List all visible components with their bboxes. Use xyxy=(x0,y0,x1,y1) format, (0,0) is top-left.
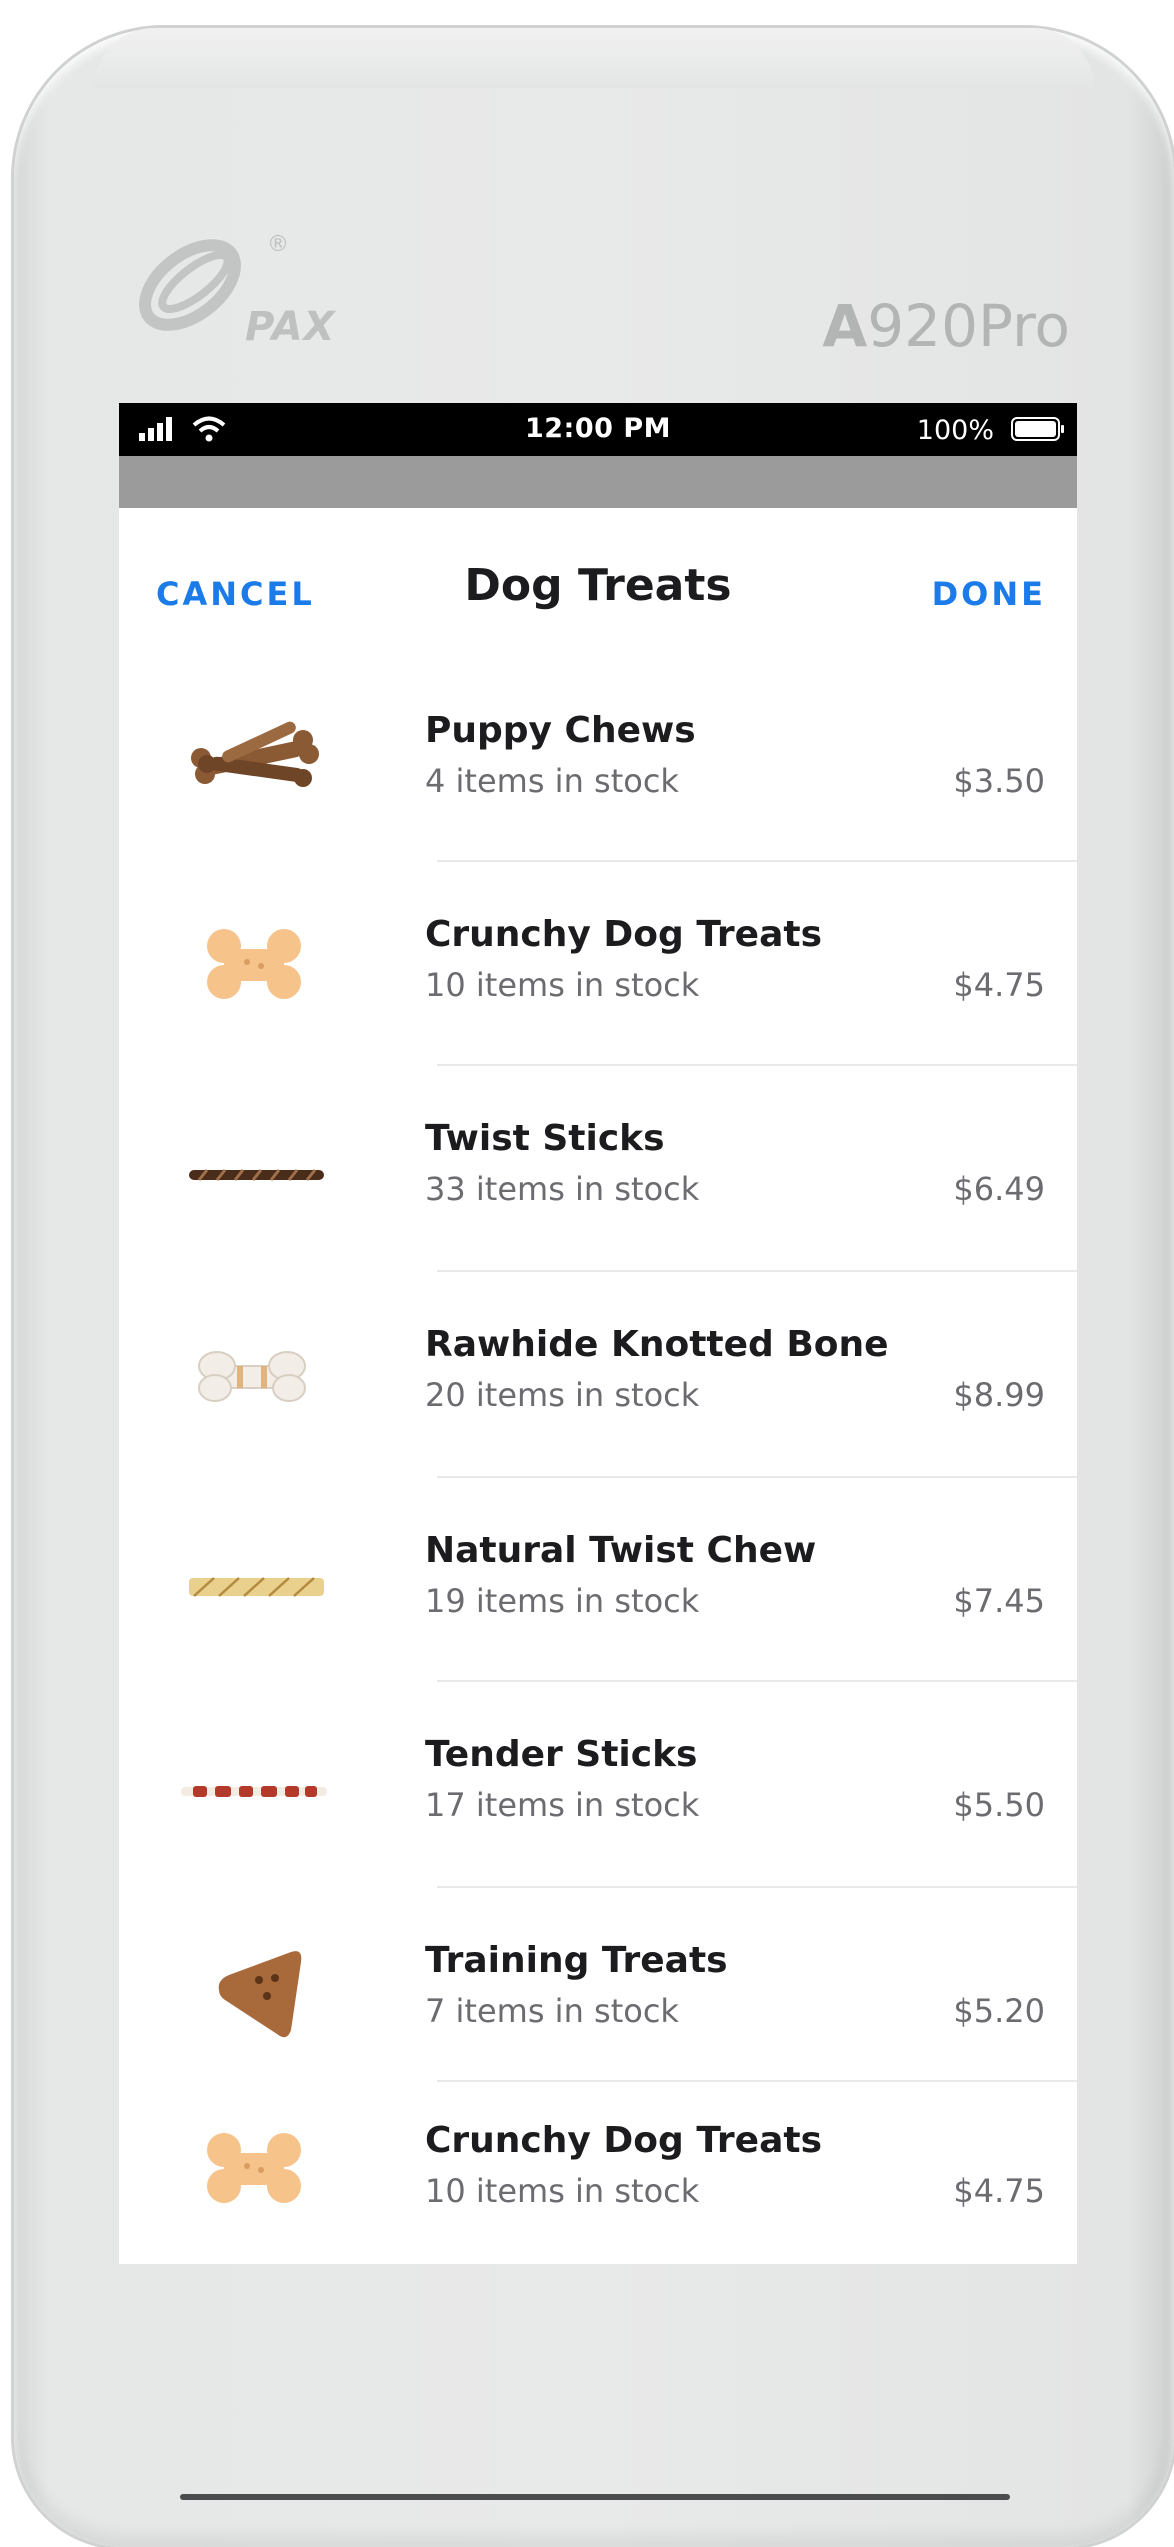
product-list: Puppy Chews 4 items in stock $3.50 Crunc… xyxy=(119,658,1077,2262)
item-name: Crunchy Dog Treats xyxy=(425,914,823,955)
item-stock: 20 items in stock xyxy=(425,1376,700,1414)
list-item[interactable]: Tender Sticks 17 items in stock $5.50 xyxy=(119,1682,1077,1888)
device-screen: 12:00 PM 100% CANCEL Dog Treats DONE Pup… xyxy=(119,403,1077,2264)
item-stock: 4 items in stock xyxy=(425,762,679,800)
item-price: $7.45 xyxy=(953,1582,1045,1620)
item-stock: 33 items in stock xyxy=(425,1170,700,1208)
triangle-treat-icon xyxy=(218,1951,302,2038)
item-price: $4.75 xyxy=(953,966,1045,1004)
registered-mark: ® xyxy=(267,232,289,257)
device-top-rim xyxy=(94,28,1094,88)
item-name: Natural Twist Chew xyxy=(425,1530,817,1571)
item-stock: 19 items in stock xyxy=(425,1582,700,1620)
item-stock: 17 items in stock xyxy=(425,1786,700,1824)
bone-biscuit-icon xyxy=(207,929,301,999)
item-price: $3.50 xyxy=(953,762,1045,800)
pax-brand-text: PAX xyxy=(245,304,336,350)
list-item[interactable]: Crunchy Dog Treats 10 items in stock $4.… xyxy=(119,862,1077,1066)
pax-swoosh-icon xyxy=(139,239,241,331)
list-item[interactable]: Natural Twist Chew 19 items in stock $7.… xyxy=(119,1478,1077,1682)
status-bar: 12:00 PM 100% xyxy=(119,403,1077,456)
item-stock: 7 items in stock xyxy=(425,1992,679,2030)
done-button[interactable]: DONE xyxy=(932,575,1046,613)
model-prefix: A xyxy=(822,292,868,360)
item-stock: 10 items in stock xyxy=(425,2172,700,2210)
model-suffix: 920Pro xyxy=(867,292,1070,360)
list-item[interactable]: Puppy Chews 4 items in stock $3.50 xyxy=(119,658,1077,862)
modal-backdrop-band xyxy=(119,456,1077,508)
item-price: $4.75 xyxy=(953,2172,1045,2210)
item-name: Rawhide Knotted Bone xyxy=(425,1324,889,1365)
pax-logo: ® PAX xyxy=(135,230,365,350)
item-price: $5.20 xyxy=(953,1992,1045,2030)
device-bottom-edge xyxy=(180,2494,1010,2500)
item-name: Twist Sticks xyxy=(425,1118,665,1159)
item-name: Training Treats xyxy=(425,1940,728,1981)
chew-bones-icon xyxy=(191,721,319,787)
list-item[interactable]: Twist Sticks 33 items in stock $6.49 xyxy=(119,1066,1077,1272)
item-price: $8.99 xyxy=(953,1376,1045,1414)
battery-percentage: 100% xyxy=(916,415,994,446)
item-name: Crunchy Dog Treats xyxy=(425,2120,823,2161)
battery-icon xyxy=(1011,417,1064,441)
bone-biscuit-icon xyxy=(207,2133,301,2203)
model-name: A920Pro xyxy=(820,292,1070,360)
sheet-header: CANCEL Dog Treats DONE xyxy=(119,508,1077,658)
list-item[interactable]: Crunchy Dog Treats 10 items in stock $4.… xyxy=(119,2082,1077,2262)
twist-stick-icon xyxy=(189,1169,324,1181)
list-item[interactable]: Training Treats 7 items in stock $5.20 xyxy=(119,1888,1077,2082)
natural-twist-icon xyxy=(189,1577,324,1597)
rawhide-bone-icon xyxy=(198,1351,306,1402)
tender-stick-icon xyxy=(181,1786,327,1797)
item-name: Puppy Chews xyxy=(425,710,696,751)
item-price: $6.49 xyxy=(953,1170,1045,1208)
list-item[interactable]: Rawhide Knotted Bone 20 items in stock $… xyxy=(119,1272,1077,1478)
item-stock: 10 items in stock xyxy=(425,966,700,1004)
item-price: $5.50 xyxy=(953,1786,1045,1824)
item-name: Tender Sticks xyxy=(425,1734,698,1775)
